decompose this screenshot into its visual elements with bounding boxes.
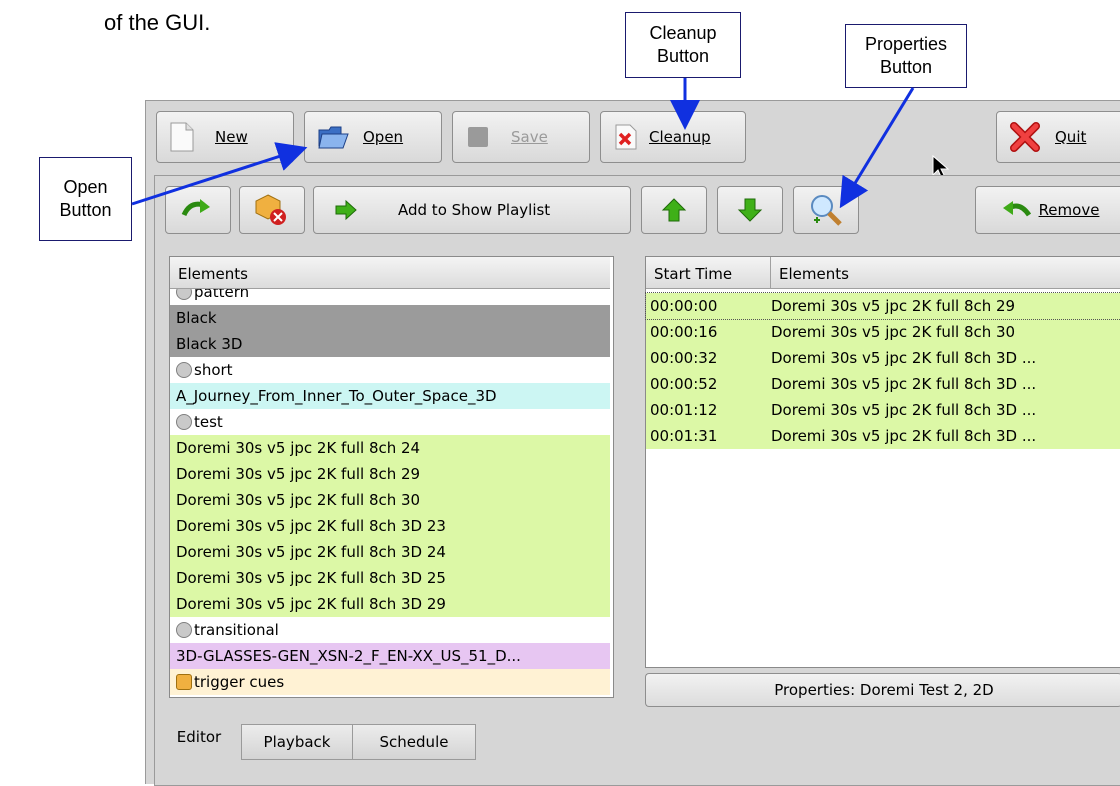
open-callout-arrow: [131, 142, 308, 206]
properties-callout-arrow: [839, 87, 915, 209]
elements-list-header-cover: Elements: [170, 257, 610, 289]
callout-arrows: [131, 78, 915, 209]
elements-header-label: Elements: [178, 265, 248, 283]
